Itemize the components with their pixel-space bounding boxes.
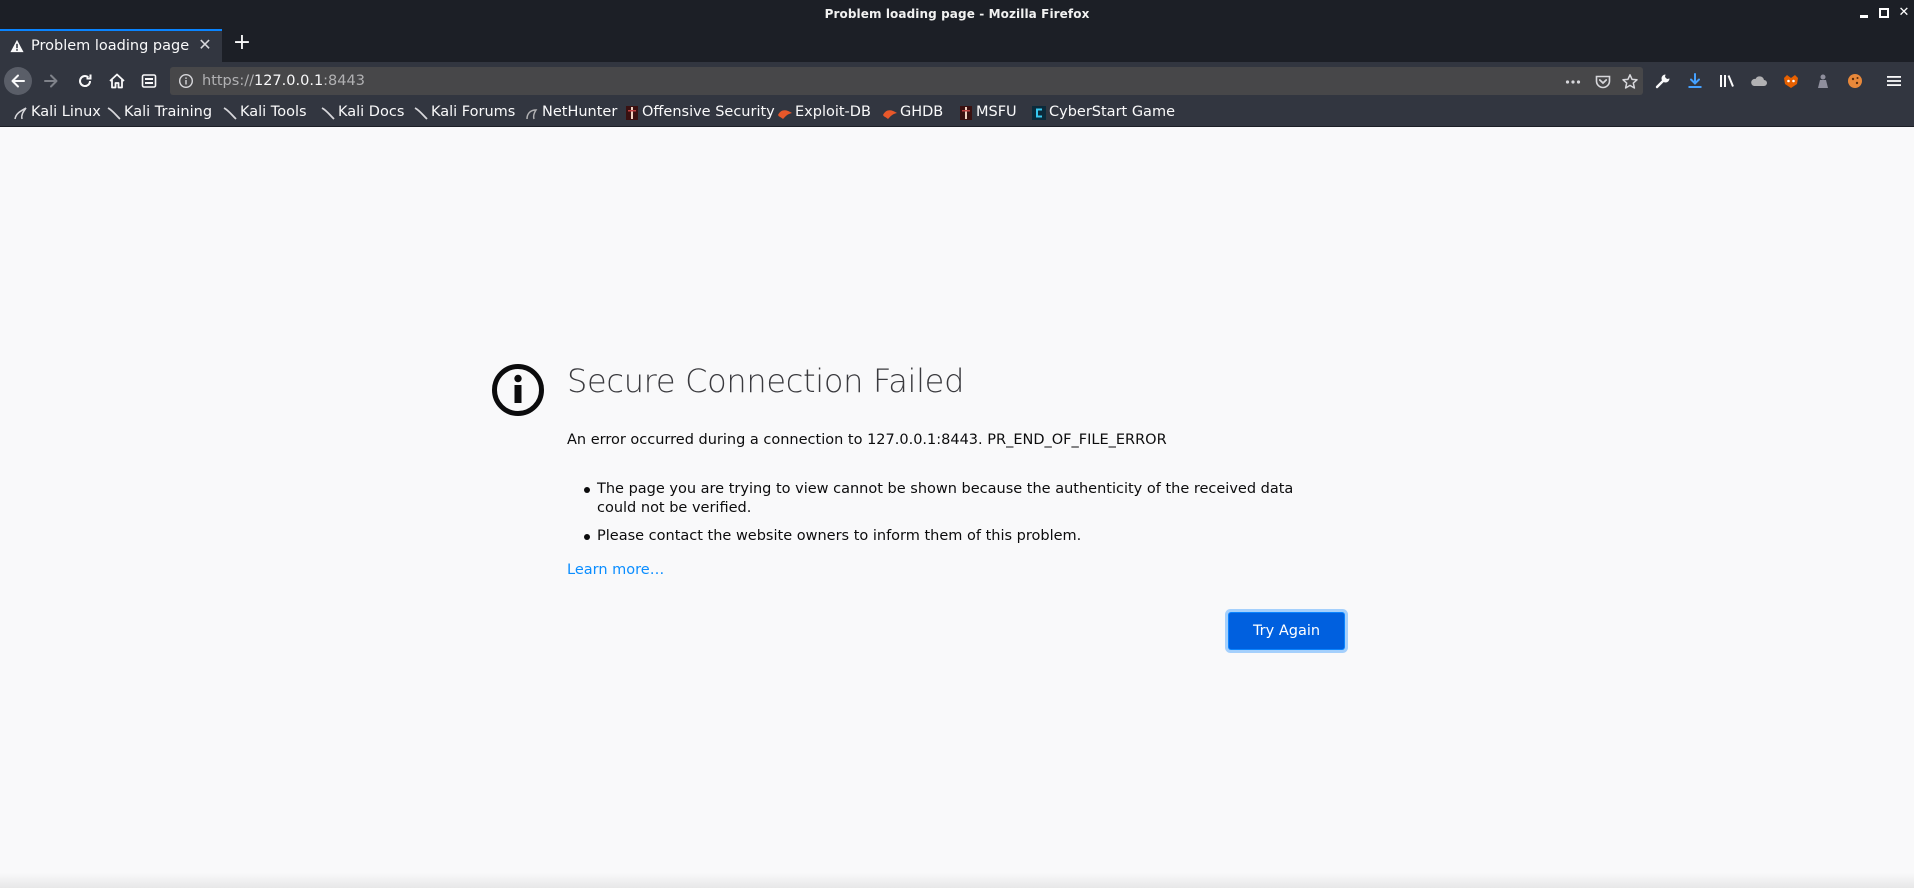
back-button[interactable] xyxy=(4,67,32,95)
developer-tools-wrench-icon[interactable] xyxy=(1653,71,1673,91)
bookmark-label: Kali Tools xyxy=(240,104,307,120)
url-scheme: https:// xyxy=(202,73,254,89)
site-info-icon[interactable] xyxy=(178,73,194,89)
kali-dragon-icon xyxy=(14,107,27,120)
home-icon xyxy=(109,73,125,89)
tab-title: Problem loading page xyxy=(31,38,190,54)
bookmark-label: NetHunter xyxy=(542,104,618,120)
cyberstart-icon xyxy=(1032,106,1046,120)
tab-problem-loading[interactable]: Problem loading page ✕ xyxy=(0,29,222,62)
list-item: Please contact the website owners to inf… xyxy=(567,527,1327,546)
pocket-icon[interactable] xyxy=(1593,72,1613,92)
offsec-icon xyxy=(626,106,638,120)
window-titlebar: Problem loading page - Mozilla Firefox ✕ xyxy=(0,0,1914,28)
new-tab-plus-icon[interactable]: + xyxy=(231,32,253,56)
url-bar[interactable]: https://127.0.0.1:8443 xyxy=(170,67,1643,95)
maximize-icon[interactable] xyxy=(1876,5,1892,21)
bookmark-label: Kali Training xyxy=(124,104,213,120)
reload-icon xyxy=(79,74,92,87)
bookmark-label: GHDB xyxy=(900,104,944,120)
home-button[interactable] xyxy=(103,67,131,95)
error-details-list: The page you are trying to view cannot b… xyxy=(567,480,1327,555)
bookmark-label: MSFU xyxy=(976,104,1017,120)
addon-cloud-icon[interactable] xyxy=(1749,71,1769,91)
offsec-icon xyxy=(960,106,972,120)
kali-dragon-icon xyxy=(107,107,121,120)
library-icon[interactable] xyxy=(1717,71,1737,91)
bookmark-label: Offensive Security xyxy=(642,104,775,120)
window-bottom-edge xyxy=(0,873,1914,888)
bookmark-label: Kali Forums xyxy=(431,104,516,120)
bookmark-label: Kali Linux xyxy=(31,104,101,120)
error-title: Secure Connection Failed xyxy=(567,362,965,400)
page-actions-ellipsis-icon[interactable] xyxy=(1563,72,1583,92)
try-again-button[interactable]: Try Again xyxy=(1229,613,1344,649)
forward-button[interactable] xyxy=(37,67,65,95)
forward-arrow-icon xyxy=(44,74,58,88)
kali-dragon-icon xyxy=(223,107,237,120)
nethunter-icon xyxy=(526,109,538,120)
list-item: The page you are trying to view cannot b… xyxy=(567,480,1327,518)
exploitdb-icon xyxy=(883,110,897,119)
close-window-icon[interactable]: ✕ xyxy=(1896,5,1912,21)
error-description: An error occurred during a connection to… xyxy=(567,432,1167,448)
url-port: :8443 xyxy=(323,73,365,89)
bookmark-star-icon[interactable] xyxy=(1620,72,1640,92)
tab-close-icon[interactable]: ✕ xyxy=(196,36,214,54)
warning-icon xyxy=(10,39,24,53)
info-circle-icon xyxy=(492,364,544,416)
exploitdb-icon xyxy=(778,110,792,119)
addon-foxy-icon[interactable] xyxy=(1781,71,1801,91)
sidebar-toggle-button[interactable] xyxy=(135,67,163,95)
addon-cookie-icon[interactable] xyxy=(1845,71,1865,91)
bookmark-label: Exploit-DB xyxy=(795,104,871,120)
reload-button[interactable] xyxy=(71,67,99,95)
window-title: Problem loading page - Mozilla Firefox xyxy=(824,7,1090,21)
bookmark-label: CyberStart Game xyxy=(1049,104,1175,120)
addon-puzzle-icon[interactable] xyxy=(1813,71,1833,91)
url-host: 127.0.0.1 xyxy=(253,73,324,89)
minimize-icon[interactable] xyxy=(1856,5,1872,21)
bookmarks-toolbar: Kali Linux Kali Training Kali Tools Kali… xyxy=(0,99,1914,127)
learn-more-link[interactable]: Learn more… xyxy=(567,562,664,578)
navigation-toolbar: https://127.0.0.1:8443 xyxy=(0,62,1914,99)
tab-strip: Problem loading page ✕ + xyxy=(0,28,1914,62)
bookmark-label: Kali Docs xyxy=(338,104,405,120)
sidebar-icon xyxy=(141,74,157,88)
url-text[interactable]: https://127.0.0.1:8443 xyxy=(202,73,365,89)
downloads-arrow-icon[interactable] xyxy=(1685,71,1705,91)
kali-dragon-icon xyxy=(414,107,428,120)
back-arrow-icon xyxy=(11,74,25,88)
hamburger-menu-icon[interactable] xyxy=(1884,71,1904,91)
kali-dragon-icon xyxy=(321,107,335,120)
